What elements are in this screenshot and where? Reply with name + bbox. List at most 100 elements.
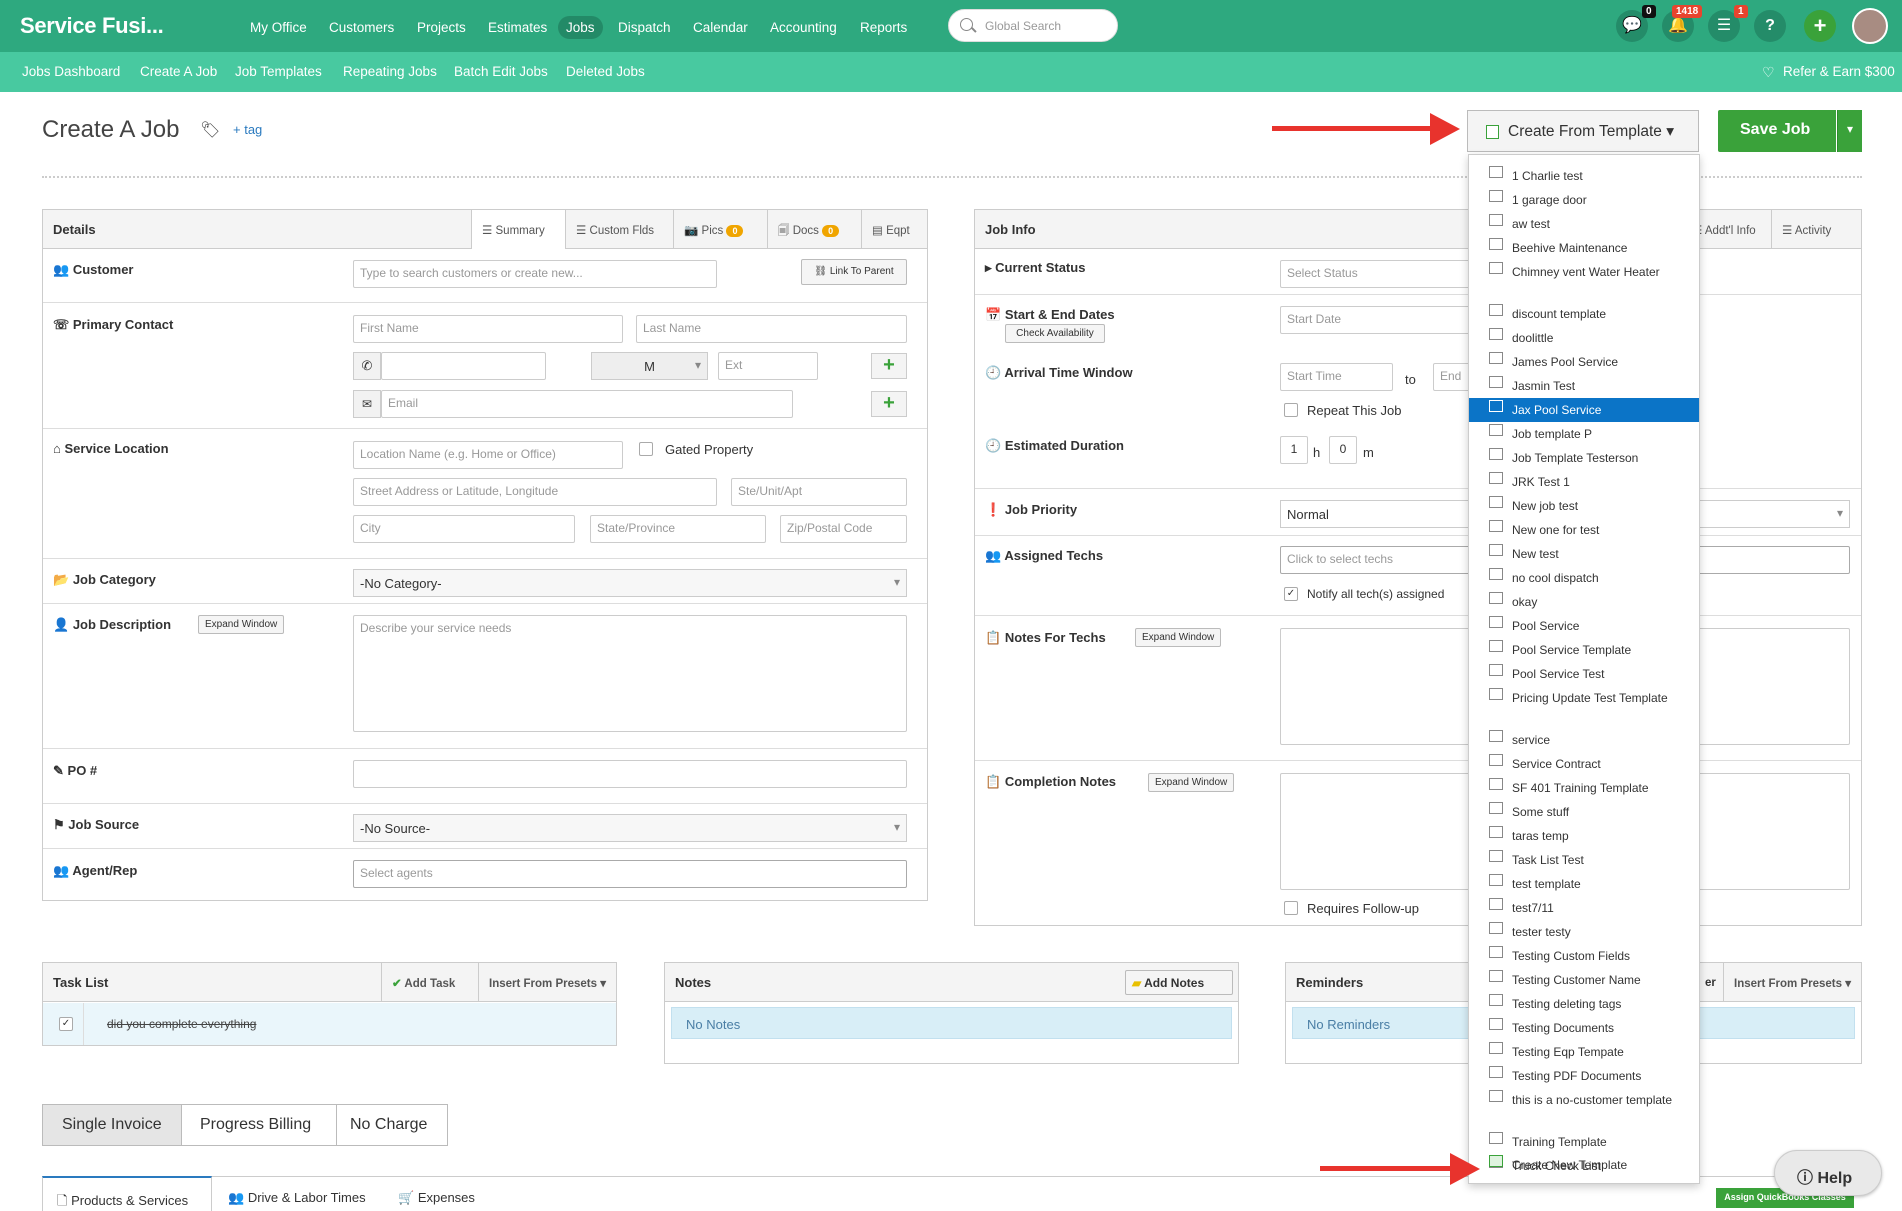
template-option[interactable]: Task List Test	[1469, 848, 1699, 872]
help-icon[interactable]: ?	[1754, 10, 1786, 42]
add-tag-link[interactable]: + tag	[233, 122, 262, 137]
template-option[interactable]: taras temp	[1469, 824, 1699, 848]
template-option[interactable]: Service Contract	[1469, 752, 1699, 776]
tag-icon[interactable]: 🏷	[200, 120, 220, 140]
po-input[interactable]	[353, 760, 907, 788]
refer-earn-link[interactable]: Refer & Earn $300	[1783, 64, 1895, 79]
global-search-input[interactable]: Global Search	[948, 9, 1118, 42]
template-option[interactable]: Training Template	[1469, 1130, 1699, 1154]
template-option[interactable]: Testing PDF Documents	[1469, 1064, 1699, 1088]
nav-my-office[interactable]: My Office	[242, 16, 315, 39]
template-option[interactable]: Testing Customer Name	[1469, 968, 1699, 992]
template-option[interactable]: 1 garage door	[1469, 188, 1699, 212]
subnav-deleted-jobs[interactable]: Deleted Jobs	[566, 64, 645, 79]
tab-docs[interactable]: 🗐 Docs 0	[767, 210, 861, 249]
nav-customers[interactable]: Customers	[321, 16, 402, 39]
expand-completion-button[interactable]: Expand Window	[1148, 773, 1235, 792]
add-email-button[interactable]: +	[871, 391, 907, 417]
save-job-button[interactable]: Save Job	[1718, 110, 1836, 152]
subnav-repeating-jobs[interactable]: Repeating Jobs	[343, 64, 437, 79]
template-option[interactable]: Jasmin Test	[1469, 374, 1699, 398]
nav-reports[interactable]: Reports	[852, 16, 915, 39]
template-option[interactable]: service	[1469, 728, 1699, 752]
nav-accounting[interactable]: Accounting	[762, 16, 845, 39]
template-option[interactable]: Testing deleting tags	[1469, 992, 1699, 1016]
template-option[interactable]: okay	[1469, 590, 1699, 614]
notify-techs-checkbox[interactable]: ✓	[1284, 587, 1298, 601]
tab-custom-flds[interactable]: ☰ Custom Flds	[565, 210, 673, 249]
save-options-dropdown[interactable]: ▾	[1837, 110, 1862, 152]
gated-property-checkbox[interactable]	[639, 442, 653, 456]
template-option[interactable]: Chimney vent Water Heater	[1469, 260, 1699, 296]
tab-eqpt[interactable]: ▤ Eqpt	[861, 210, 927, 249]
template-option[interactable]: SF 401 Training Template	[1469, 776, 1699, 800]
link-to-parent-button[interactable]: ⛓ Link To Parent	[801, 259, 907, 285]
template-option[interactable]: Job Template Testerson	[1469, 446, 1699, 470]
template-option[interactable]: test template	[1469, 872, 1699, 896]
job-category-select[interactable]: -No Category-	[353, 569, 907, 597]
start-time-input[interactable]: Start Time	[1280, 363, 1393, 391]
template-option[interactable]: New one for test	[1469, 518, 1699, 542]
progress-billing-button[interactable]: Progress Billing	[182, 1104, 337, 1146]
nav-dispatch[interactable]: Dispatch	[610, 16, 679, 39]
template-option[interactable]: no cool dispatch	[1469, 566, 1699, 590]
nav-projects[interactable]: Projects	[409, 16, 474, 39]
single-invoice-button[interactable]: Single Invoice	[42, 1104, 182, 1146]
nav-calendar[interactable]: Calendar	[685, 16, 756, 39]
last-name-input[interactable]: Last Name	[636, 315, 907, 343]
first-name-input[interactable]: First Name	[353, 315, 623, 343]
template-option[interactable]: Testing Eqp Tempate	[1469, 1040, 1699, 1064]
email-input[interactable]: Email	[381, 390, 793, 418]
template-option[interactable]: discount template	[1469, 302, 1699, 326]
state-input[interactable]: State/Province	[590, 515, 766, 543]
start-date-input[interactable]: Start Date	[1280, 306, 1480, 334]
nav-estimates[interactable]: Estimates	[480, 16, 555, 39]
subnav-jobs-dashboard[interactable]: Jobs Dashboard	[22, 64, 120, 79]
template-option[interactable]: 1 Charlie test	[1469, 164, 1699, 188]
ext-input[interactable]: Ext	[718, 352, 818, 380]
phone-input[interactable]	[381, 352, 546, 380]
phone-type-select[interactable]: M	[591, 352, 708, 380]
create-new-template-option[interactable]: Create New Template	[1469, 1153, 1699, 1177]
add-task-button[interactable]: ✔ Add Task	[381, 963, 478, 1002]
duration-hours-input[interactable]: 1	[1280, 436, 1308, 464]
subnav-job-templates[interactable]: Job Templates	[235, 64, 322, 79]
location-name-input[interactable]: Location Name (e.g. Home or Office)	[353, 441, 623, 469]
template-option[interactable]: tester testy	[1469, 920, 1699, 944]
template-option[interactable]: Testing Documents	[1469, 1016, 1699, 1040]
tab-products-services[interactable]: 🗋 Products & Services	[42, 1176, 212, 1211]
help-button[interactable]: ⓘ Help	[1774, 1150, 1882, 1196]
agent-input[interactable]: Select agents	[353, 860, 907, 888]
template-option[interactable]: test7/11	[1469, 896, 1699, 920]
avatar[interactable]	[1852, 8, 1888, 44]
template-option[interactable]: New job test	[1469, 494, 1699, 518]
requires-followup-checkbox[interactable]	[1284, 901, 1298, 915]
check-availability-button[interactable]: Check Availability	[1005, 324, 1105, 343]
expand-description-button[interactable]: Expand Window	[198, 615, 285, 634]
template-option[interactable]: Some stuff	[1469, 800, 1699, 824]
customer-search-input[interactable]: Type to search customers or create new..…	[353, 260, 717, 288]
template-option[interactable]: JRK Test 1	[1469, 470, 1699, 494]
tab-expenses[interactable]: 🛒 Expenses	[398, 1190, 475, 1206]
reminders-insert-presets-button[interactable]: Insert From Presets ▾	[1723, 963, 1861, 1002]
ste-unit-input[interactable]: Ste/Unit/Apt	[731, 478, 907, 506]
task-insert-presets-button[interactable]: Insert From Presets ▾	[478, 963, 616, 1002]
nav-jobs[interactable]: Jobs	[558, 16, 603, 39]
task-text[interactable]: did you complete everything	[107, 1017, 256, 1031]
task-checkbox[interactable]: ✓	[59, 1017, 73, 1031]
subnav-create-a-job[interactable]: Create A Job	[140, 64, 217, 79]
job-description-textarea[interactable]: Describe your service needs	[353, 615, 907, 732]
tab-drive-labor[interactable]: 👥 Drive & Labor Times	[228, 1190, 366, 1206]
add-icon[interactable]: +	[1804, 10, 1836, 42]
template-option[interactable]: Beehive Maintenance	[1469, 236, 1699, 260]
expand-notes-techs-button[interactable]: Expand Window	[1135, 628, 1222, 647]
template-option[interactable]: Jax Pool Service	[1469, 398, 1699, 422]
add-phone-button[interactable]: +	[871, 353, 907, 379]
repeat-job-checkbox[interactable]	[1284, 403, 1298, 417]
template-option[interactable]: this is a no-customer template	[1469, 1088, 1699, 1124]
subnav-batch-edit-jobs[interactable]: Batch Edit Jobs	[454, 64, 548, 79]
template-option[interactable]: New test	[1469, 542, 1699, 566]
duration-minutes-input[interactable]: 0	[1329, 436, 1357, 464]
street-address-input[interactable]: Street Address or Latitude, Longitude	[353, 478, 717, 506]
app-logo[interactable]: Service Fusi...	[20, 13, 164, 39]
